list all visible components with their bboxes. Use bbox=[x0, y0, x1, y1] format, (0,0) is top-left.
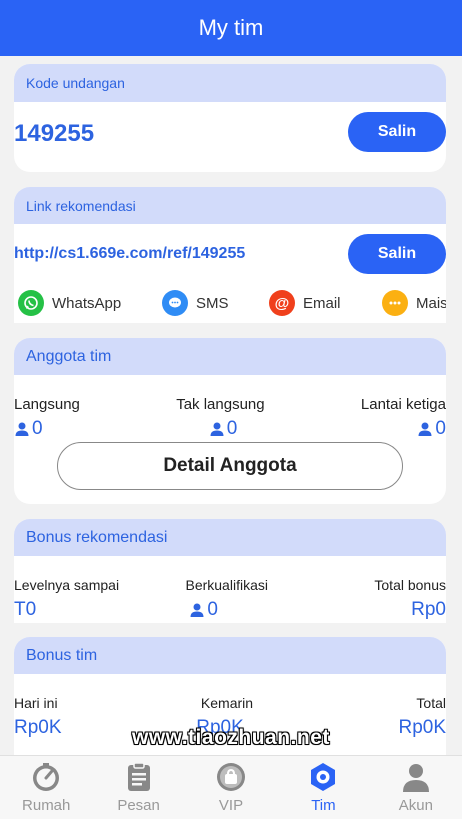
member-detail-button[interactable]: Detail Anggota bbox=[57, 442, 403, 490]
direct-label: Langsung bbox=[14, 396, 80, 413]
team-bonus-title: Bonus tim bbox=[26, 646, 98, 664]
direct-count: 0 bbox=[14, 418, 43, 440]
watermark-text: www.tiaozhuan.net bbox=[132, 726, 330, 749]
email-icon: @ bbox=[269, 290, 295, 316]
team-members-header: Anggota tim bbox=[14, 338, 446, 375]
team-members-card: Anggota tim Langsung Tak langsung Lantai… bbox=[14, 338, 446, 504]
whatsapp-icon bbox=[18, 290, 44, 316]
total-value: Rp0K bbox=[398, 717, 446, 738]
indirect-count-value: 0 bbox=[226, 418, 238, 439]
gauge-icon bbox=[33, 763, 60, 791]
yesterday-label: Kemarin bbox=[200, 695, 254, 711]
tab-tim[interactable]: Tim bbox=[277, 756, 369, 819]
share-email-label: Email bbox=[303, 294, 341, 312]
invite-code-label: Kode undangan bbox=[26, 75, 125, 91]
team-members-title: Anggota tim bbox=[26, 347, 112, 365]
referral-bonus-header: Bonus rekomendasi bbox=[14, 519, 446, 556]
copy-link-button[interactable]: Salin bbox=[348, 234, 446, 274]
page-header: My tim bbox=[0, 0, 462, 56]
tab-tim-label: Tim bbox=[311, 797, 336, 814]
user-icon bbox=[402, 764, 429, 792]
bottom-tab-bar: Rumah Pesan VIP Tim Akun bbox=[0, 755, 462, 819]
tab-vip[interactable]: VIP bbox=[185, 756, 277, 819]
referral-link-card: Link rekomendasi http://cs1.669e.com/ref… bbox=[14, 187, 446, 323]
level-value: T0 bbox=[14, 599, 37, 620]
level-label: Levelnya sampai bbox=[14, 577, 120, 593]
total-bonus-value: Rp0 bbox=[411, 599, 446, 620]
total-bonus-label: Total bonus bbox=[374, 577, 446, 593]
page-title: My tim bbox=[198, 15, 264, 40]
share-more[interactable]: Mais bbox=[382, 290, 446, 316]
referral-link-label: Link rekomendasi bbox=[26, 197, 136, 214]
third-level-count: 0 bbox=[417, 418, 446, 440]
referral-bonus-title: Bonus rekomendasi bbox=[26, 528, 168, 546]
team-labels-row: Langsung Tak langsung Lantai ketiga bbox=[14, 396, 446, 413]
referral-bonus-values: T0 0 Rp0 bbox=[14, 599, 446, 621]
person-icon bbox=[15, 422, 29, 436]
invite-code-card: Kode undangan 149255 Salin bbox=[14, 64, 446, 172]
share-sms-label: SMS bbox=[196, 294, 229, 312]
tab-pesan[interactable]: Pesan bbox=[92, 756, 184, 819]
tab-rumah[interactable]: Rumah bbox=[0, 756, 92, 819]
vip-bag-icon bbox=[217, 763, 246, 791]
copy-code-button[interactable]: Salin bbox=[348, 112, 446, 152]
indirect-label: Tak langsung bbox=[176, 396, 265, 413]
total-label: Total bbox=[416, 695, 446, 711]
today-label: Hari ini bbox=[14, 695, 58, 711]
share-whatsapp-label: WhatsApp bbox=[52, 294, 122, 312]
third-level-count-value: 0 bbox=[435, 418, 446, 439]
team-bonus-labels: Hari ini Kemarin Total bbox=[14, 695, 446, 711]
tab-rumah-label: Rumah bbox=[22, 797, 71, 814]
qualified-count-value: 0 bbox=[207, 599, 218, 620]
tab-vip-label: VIP bbox=[218, 797, 244, 814]
tab-pesan-label: Pesan bbox=[117, 797, 160, 814]
person-icon bbox=[190, 603, 204, 617]
qualified-label: Berkualifikasi bbox=[185, 577, 268, 593]
invite-code-header: Kode undangan bbox=[14, 64, 446, 102]
tab-akun-label: Akun bbox=[398, 797, 433, 814]
share-more-label: Mais bbox=[416, 294, 446, 312]
referral-bonus-labels: Levelnya sampai Berkualifikasi Total bon… bbox=[14, 577, 446, 593]
share-sms[interactable]: SMS bbox=[162, 290, 229, 316]
person-icon bbox=[210, 422, 224, 436]
direct-count-value: 0 bbox=[32, 418, 43, 439]
invite-code-value: 149255 bbox=[14, 120, 95, 147]
person-icon bbox=[418, 422, 432, 436]
third-level-label: Lantai ketiga bbox=[360, 396, 446, 413]
referral-link-value[interactable]: http://cs1.669e.com/ref/149255 bbox=[14, 245, 245, 263]
referral-bonus-card: Bonus rekomendasi Levelnya sampai Berkua… bbox=[14, 519, 446, 623]
share-email[interactable]: @ Email bbox=[269, 290, 341, 316]
sms-icon bbox=[162, 290, 188, 316]
today-value: Rp0K bbox=[14, 717, 62, 738]
qualified-count: 0 bbox=[189, 599, 218, 621]
clipboard-icon bbox=[127, 762, 150, 791]
more-icon bbox=[382, 290, 408, 316]
team-values-row: 0 0 0 bbox=[14, 418, 446, 440]
indirect-count: 0 bbox=[209, 418, 238, 440]
share-whatsapp[interactable]: WhatsApp bbox=[18, 290, 121, 316]
team-hex-icon bbox=[311, 763, 336, 791]
tab-akun[interactable]: Akun bbox=[370, 756, 462, 819]
team-bonus-header: Bonus tim bbox=[14, 637, 446, 674]
referral-link-header: Link rekomendasi bbox=[14, 187, 446, 224]
